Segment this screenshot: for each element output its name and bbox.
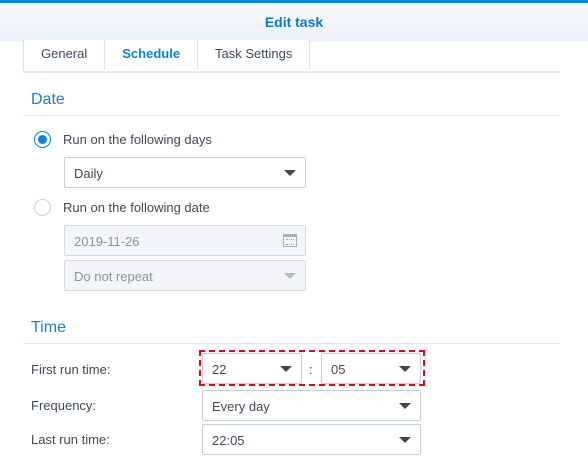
calendar-icon[interactable] (283, 234, 297, 247)
tab-divider (23, 71, 560, 73)
last-run-time-select[interactable]: 22:05 (202, 424, 421, 455)
date-input-value: 2019-11-26 (74, 234, 140, 249)
last-run-time-value: 22:05 (212, 433, 245, 448)
tab-general[interactable]: General (23, 40, 104, 70)
last-run-time-label: Last run time: (31, 432, 110, 447)
time-section-divider (23, 343, 560, 344)
chevron-down-icon (284, 170, 296, 176)
days-select-value: Daily (74, 166, 103, 181)
repeat-select-value: Do not repeat (74, 269, 153, 284)
tab-task-settings[interactable]: Task Settings (197, 40, 311, 70)
time-section-title: Time (31, 319, 66, 336)
radio-following-days-label: Run on the following days (63, 132, 212, 147)
date-section-title: Date (31, 91, 65, 108)
dialog-title: Edit task (264, 14, 324, 30)
date-input[interactable]: 2019-11-26 (64, 225, 306, 256)
radio-following-date[interactable] (34, 199, 51, 216)
frequency-value: Every day (212, 399, 270, 414)
radio-following-date-label: Run on the following date (63, 200, 210, 215)
date-section-divider (23, 115, 560, 116)
days-select[interactable]: Daily (64, 157, 306, 188)
chevron-down-icon (399, 403, 411, 409)
first-run-time-label: First run time: (31, 362, 111, 377)
dialog-titlebar: Edit task (0, 0, 588, 42)
chevron-down-icon (399, 437, 411, 443)
repeat-select[interactable]: Do not repeat (64, 260, 306, 291)
radio-following-days[interactable] (34, 131, 51, 148)
frequency-label: Frequency: (31, 398, 97, 413)
highlight-annotation (199, 350, 425, 386)
frequency-select[interactable]: Every day (202, 390, 421, 421)
tab-schedule[interactable]: Schedule (104, 40, 197, 70)
tab-bar: General Schedule Task Settings (23, 40, 311, 70)
chevron-down-icon (284, 273, 296, 279)
